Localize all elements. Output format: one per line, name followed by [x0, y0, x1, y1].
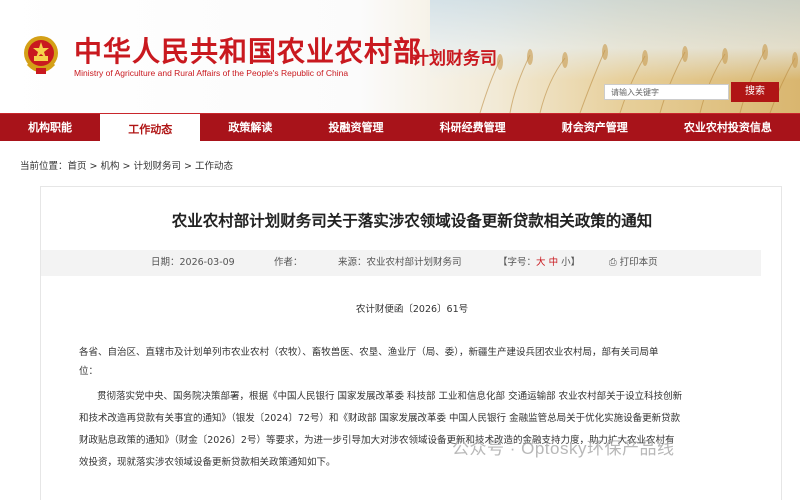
body-paragraph-line: 和技术改造再贷款有关事宜的通知》（银发〔2024〕72号）和《财政部 国家发展改… [79, 413, 681, 424]
main-nav: 机构职能 工作动态 政策解读 投融资管理 科研经费管理 财会资产管理 农业农村投… [0, 113, 800, 141]
site-title-english: Ministry of Agriculture and Rural Affair… [74, 68, 349, 78]
breadcrumb: 当前位置：首页 > 机构 > 计划财务司 > 工作动态 [20, 161, 233, 172]
wheat-field-background [479, 44, 798, 113]
author-label: 作者： [274, 257, 303, 268]
article-meta-bar: 日期：2026-03-09 作者： 来源：农业农村部计划财务司 【字号：大 中 … [41, 250, 761, 276]
search-button[interactable]: 搜索 [731, 82, 779, 102]
nav-item-institution[interactable]: 机构职能 [0, 114, 100, 141]
font-size-prefix: 【字号： [498, 257, 537, 268]
font-size-control: 【字号：大 中 小】 [498, 250, 580, 276]
department-name: 计划财务司 [412, 49, 497, 69]
nav-item-investment-management[interactable]: 投融资管理 [300, 114, 411, 141]
watermark: 公众号 · Optosky环保产品线 [452, 439, 675, 458]
national-emblem-icon [24, 36, 58, 74]
font-size-large-link[interactable]: 大 [536, 257, 546, 268]
print-label: 打印本页 [619, 257, 658, 268]
recipients-line: 各省、自治区、直辖市及计划单列市农业农村（农牧）、畜牧兽医、农垦、渔业厅（局、委… [79, 347, 659, 358]
nav-item-investment-info[interactable]: 农业农村投资信息 [656, 114, 800, 141]
site-title: 中华人民共和国农业农村部 [74, 35, 423, 68]
article-title: 农业农村部计划财务司关于落实涉农领域设备更新贷款相关政策的通知 [171, 212, 653, 230]
search-input[interactable]: 请输入关键字 [604, 84, 729, 100]
nav-item-work-news[interactable]: 工作动态 [100, 114, 201, 141]
nav-item-finance-assets[interactable]: 财会资产管理 [534, 114, 656, 141]
print-page-link[interactable]: ⎙ 打印本页 [609, 250, 658, 276]
font-size-suffix: 】 [570, 257, 581, 268]
publish-date: 日期：2026-03-09 [151, 257, 235, 268]
nav-item-policy-interpretation[interactable]: 政策解读 [200, 114, 300, 141]
body-paragraph-line: 贯彻落实党中央、国务院决策部署，根据《中国人民银行 国家发展改革委 科技部 工业… [97, 391, 683, 402]
document-number: 农计财便函〔2026〕61号 [355, 304, 469, 315]
recipients-line: 位： [79, 366, 99, 377]
source-label: 来源：农业农村部计划财务司 [338, 257, 462, 268]
font-size-medium-link[interactable]: 中 [549, 257, 559, 268]
site-header: 中华人民共和国农业农村部 Ministry of Agriculture and… [0, 0, 800, 113]
print-icon: ⎙ [609, 257, 617, 268]
font-size-small-link[interactable]: 小 [561, 257, 571, 268]
nav-item-research-funding[interactable]: 科研经费管理 [412, 114, 534, 141]
